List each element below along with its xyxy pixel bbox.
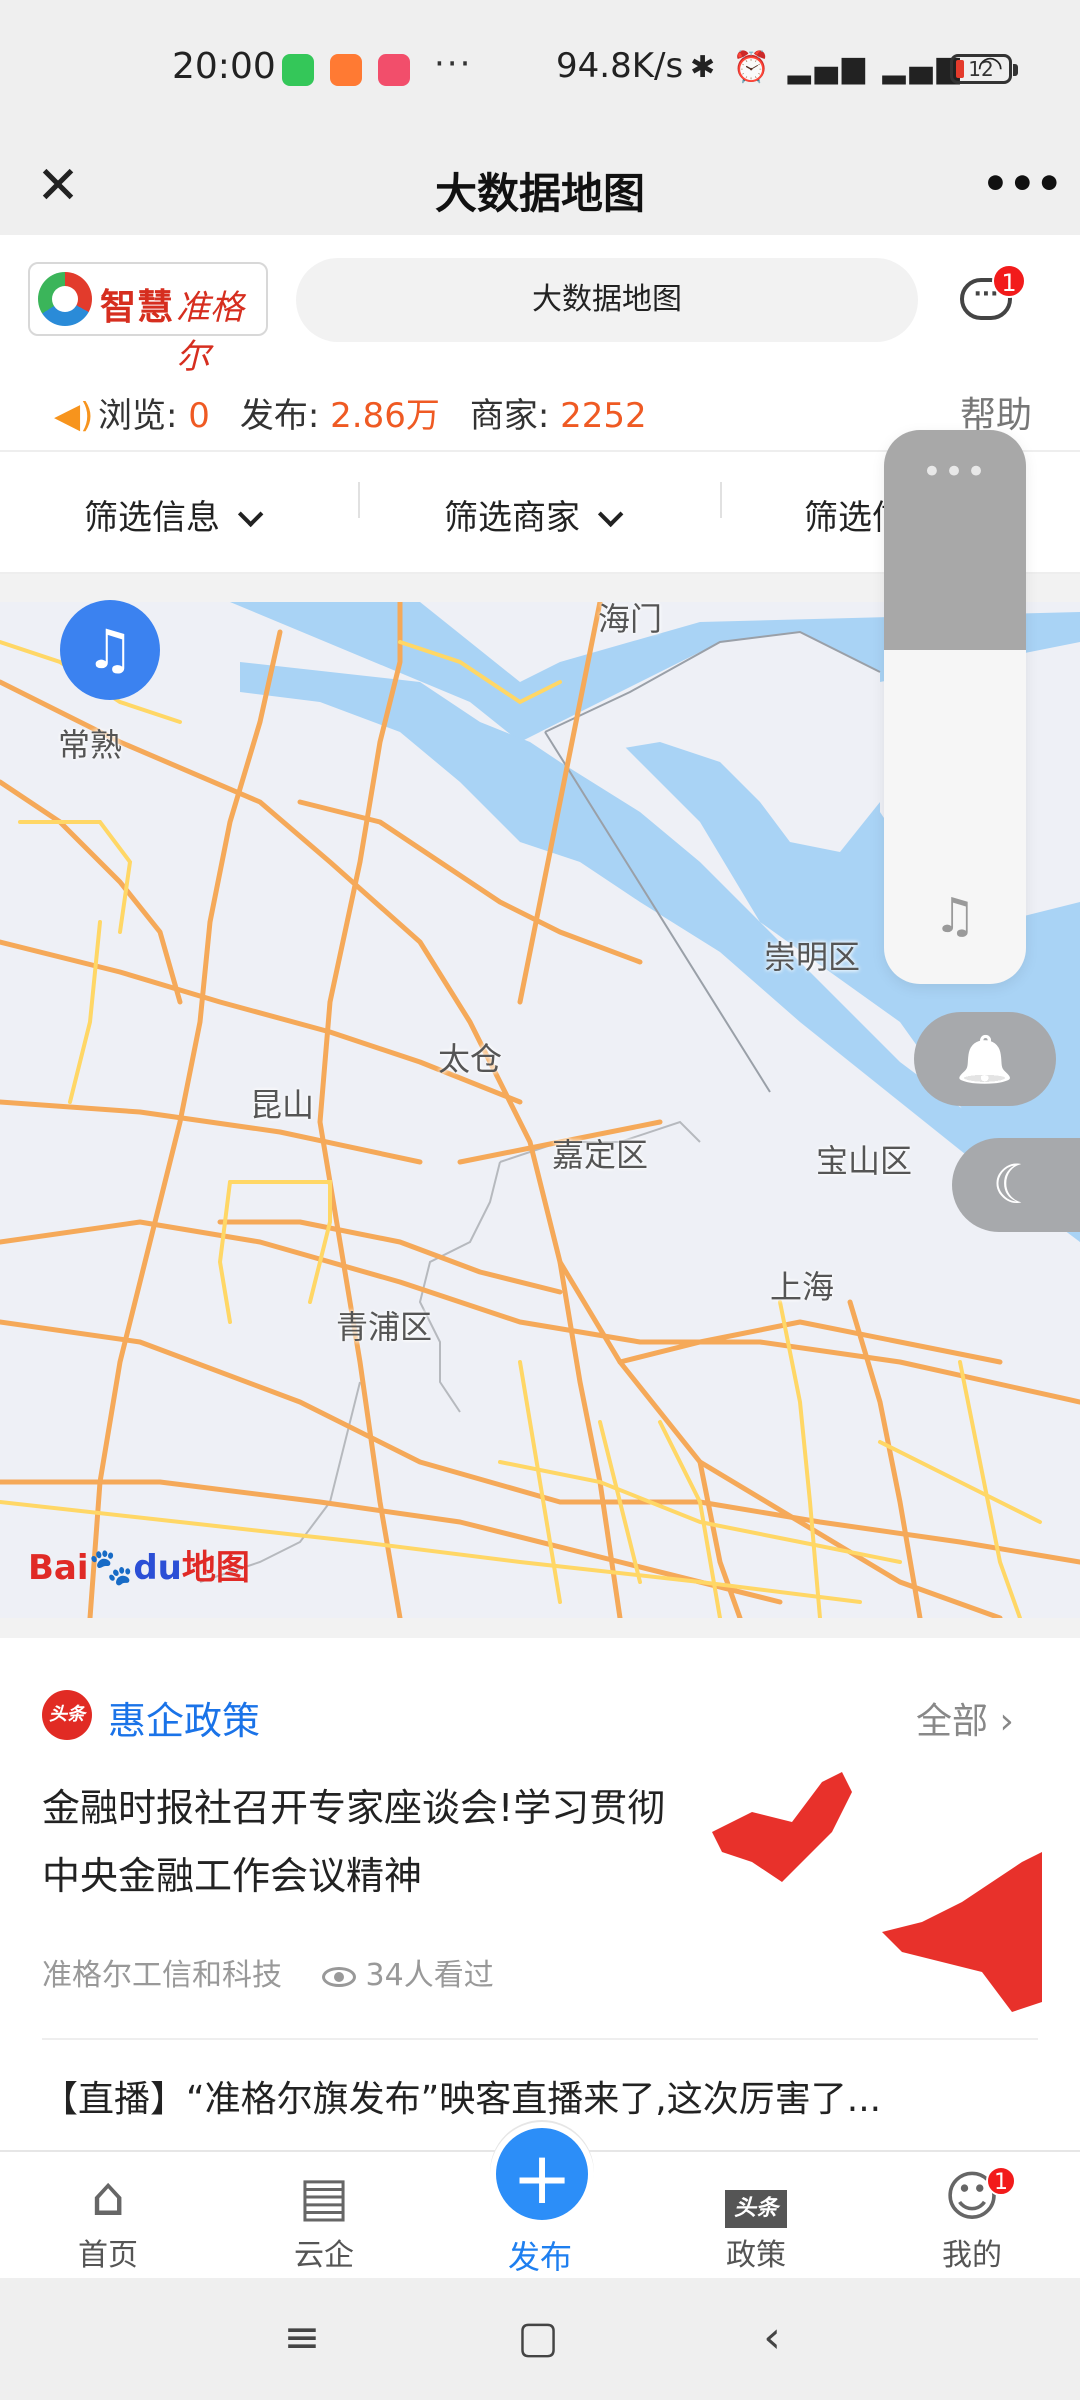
- news-headline[interactable]: 金融时报社召开专家座谈会!学习贯彻中央金融工作会议精神: [42, 1774, 682, 1910]
- menu-icon[interactable]: ≡: [262, 2308, 342, 2368]
- status-bar: 20:00 ··· 94.8K/s ✱ ⏰ ▂▄▆ ▂▄▆ ◠ 12: [0, 0, 1080, 140]
- page-title: 大数据地图: [434, 169, 645, 218]
- map-label: 青浦区: [336, 1308, 433, 1346]
- music-note-icon: ♫: [933, 888, 977, 944]
- chevron-down-icon: [237, 501, 264, 528]
- nav-policy[interactable]: 头条 政策: [686, 2164, 826, 2274]
- filter-label: 筛选商家: [444, 498, 580, 538]
- filter-label: 筛选信息: [84, 498, 220, 538]
- status-time: 20:00: [172, 46, 276, 87]
- view-all-link[interactable]: 全部 ›: [916, 1692, 1014, 1744]
- system-nav-bar: ≡ ▢ ‹: [0, 2278, 1080, 2400]
- app-notification-icon: [378, 54, 410, 86]
- publish-value: 2.86万: [330, 396, 440, 436]
- search-bar[interactable]: 大数据地图: [296, 258, 918, 342]
- toutiao-nav-icon: 头条: [686, 2164, 826, 2230]
- back-icon[interactable]: ‹: [732, 2308, 812, 2368]
- ring-mode-button[interactable]: 🔔: [914, 1012, 1056, 1106]
- toutiao-icon: 头条: [42, 1690, 92, 1740]
- app-notification-icon: [282, 54, 314, 86]
- stats-bar: ◀) 浏览: 0 发布: 2.86万 商家: 2252: [54, 388, 647, 438]
- map-label: 崇明区: [764, 938, 861, 976]
- filter-info-dropdown[interactable]: 筛选信息: [84, 490, 264, 539]
- moon-icon: ☾: [992, 1153, 1041, 1216]
- volume-slider[interactable]: ••• ♫: [884, 430, 1026, 984]
- map-label: 常熟: [58, 726, 123, 764]
- logo-script: 准格尔: [176, 288, 244, 377]
- home-icon: ⌂: [90, 2165, 126, 2228]
- map-label: 昆山: [250, 1086, 315, 1124]
- dark-mode-button[interactable]: ☾: [952, 1138, 1080, 1232]
- baidu-logo-text: Bai: [28, 1548, 89, 1588]
- news-section: 头条 惠企政策 全部 › 金融时报社召开专家座谈会!学习贯彻中央金融工作会议精神…: [0, 1618, 1080, 2150]
- more-icon[interactable]: •••: [884, 452, 1026, 492]
- nav-label: 云企: [294, 2238, 354, 2273]
- map-label: 海门: [598, 602, 663, 638]
- title-bar: ✕ 大数据地图 •••: [0, 140, 1080, 235]
- store-icon: ▤: [298, 2165, 350, 2228]
- nav-mine[interactable]: ☺ 1 我的: [902, 2164, 1042, 2274]
- nav-publish-label[interactable]: 发布: [470, 2232, 610, 2278]
- publish-plus-icon[interactable]: +: [490, 2122, 594, 2226]
- app-logo[interactable]: 智慧 准格尔: [28, 262, 268, 377]
- baidu-logo-suffix: 地图: [181, 1548, 250, 1588]
- browse-label: 浏览:: [98, 396, 189, 436]
- baidu-map-logo: Bai🐾du地图: [28, 1540, 250, 1589]
- merchant-label: 商家:: [469, 396, 561, 436]
- logo-text: 智慧: [100, 287, 175, 328]
- music-button[interactable]: ♫: [60, 600, 160, 700]
- publish-label: 发布:: [239, 396, 331, 436]
- map-label: 嘉定区: [552, 1136, 649, 1174]
- speaker-icon: ◀): [54, 396, 94, 436]
- logo-mark-icon: [38, 272, 92, 326]
- news-source: 准格尔工信和科技: [42, 1958, 282, 1993]
- bottom-nav: ⌂ 首页 ▤ 云企 + 发布 头条 政策 ☺ 1 我的: [0, 2122, 1080, 2278]
- news-item-live[interactable]: 【直播】“准格尔旗发布”映客直播来了,这次厉害了...: [42, 2070, 1042, 2122]
- network-speed: 94.8K/s: [556, 46, 684, 86]
- nav-label: 首页: [78, 2238, 138, 2273]
- filter-merchant-dropdown[interactable]: 筛选商家: [444, 490, 624, 539]
- news-section-title: 惠企政策: [108, 1699, 261, 1743]
- baidu-logo-du: du: [133, 1548, 182, 1588]
- news-thumbnail[interactable]: [712, 1772, 1042, 2012]
- nav-label: 我的: [942, 2238, 1002, 2273]
- message-badge: 1: [992, 264, 1026, 298]
- user-icon: ☺: [943, 2165, 1001, 2228]
- map-label: 太仓: [438, 1040, 503, 1078]
- nav-cloud[interactable]: ▤ 云企: [254, 2164, 394, 2274]
- more-notifications-icon: ···: [434, 44, 473, 84]
- messages-button[interactable]: ··· 1: [956, 264, 1026, 330]
- mine-badge: 1: [986, 2166, 1016, 2196]
- nav-home[interactable]: ⌂ 首页: [38, 2164, 178, 2274]
- chevron-down-icon: [597, 501, 624, 528]
- app-notification-icon: [330, 54, 362, 86]
- browse-value: 0: [188, 396, 210, 436]
- nav-label: 政策: [726, 2238, 786, 2273]
- eye-icon: [322, 1967, 356, 1987]
- paw-icon: 🐾: [88, 1547, 134, 1588]
- map-label: 宝山区: [816, 1142, 913, 1180]
- map-label: 上海: [770, 1268, 835, 1306]
- news-meta: 准格尔工信和科技 34人看过: [42, 1950, 494, 1994]
- more-menu-icon[interactable]: •••: [982, 156, 1063, 216]
- battery-icon: 12: [950, 54, 1018, 84]
- bell-icon: 🔔: [956, 1032, 1014, 1086]
- home-square-icon[interactable]: ▢: [498, 2308, 578, 2368]
- news-views: 34人看过: [365, 1958, 494, 1993]
- merchant-value: 2252: [560, 396, 647, 436]
